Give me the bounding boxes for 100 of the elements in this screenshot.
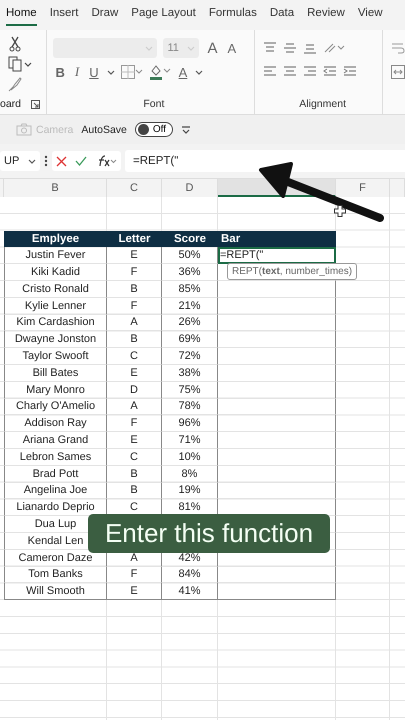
table-cell: Kim Cardashion (4, 314, 107, 332)
ribbon-tab[interactable]: Review (307, 4, 345, 26)
table-cell: Kiki Kadid (4, 264, 107, 281)
ribbon-tab[interactable]: Home (6, 4, 37, 26)
table-cell: 21% (162, 298, 218, 315)
table-cell: 71% (162, 432, 218, 449)
italic-button[interactable]: I (72, 64, 82, 80)
orientation-icon[interactable] (323, 41, 346, 55)
table-cell: E (107, 432, 162, 449)
borders-icon[interactable] (120, 65, 143, 79)
table-cell: E (107, 247, 162, 264)
table-cell: F (107, 415, 162, 432)
table-cell: 72% (162, 348, 218, 365)
table-cell: A (107, 314, 162, 332)
group-label: Alignment (298, 98, 347, 110)
table-cell: 50% (162, 247, 218, 264)
check-icon[interactable] (75, 156, 87, 166)
name-box-value: UP (4, 155, 20, 167)
table-cell: 10% (162, 448, 218, 466)
merge-icon[interactable] (391, 65, 405, 79)
align-middle-icon[interactable] (283, 41, 298, 55)
table-cell: 19% (162, 482, 218, 500)
column-heading: Letter (107, 230, 162, 248)
table-cell: E (107, 583, 162, 600)
caret-icon[interactable] (28, 158, 36, 164)
grow-font-button[interactable]: A (205, 40, 220, 56)
table-cell: 41% (162, 583, 218, 600)
table-cell: B (107, 466, 162, 483)
table-cell: 26% (162, 314, 218, 332)
table-cell: 38% (162, 364, 218, 382)
table-cell: Justin Fever (4, 247, 107, 264)
caret-icon (187, 44, 196, 52)
font-name-field[interactable] (53, 38, 158, 58)
formula-field[interactable]: =REPT(" (125, 150, 405, 172)
ribbon-tab[interactable]: Page Layout (131, 4, 196, 26)
table-cell: Brad Pott (4, 466, 107, 483)
caret-icon[interactable] (195, 68, 204, 76)
customize-icon[interactable] (181, 124, 192, 134)
table-cell: =REPT(" (218, 247, 336, 264)
table-cell: B (107, 280, 162, 298)
dialog-launcher-icon[interactable] (31, 100, 40, 108)
table-cell: Taylor Swooft (4, 348, 107, 365)
table-cell: D (107, 382, 162, 399)
table-cell: Lebron Sames (4, 448, 107, 466)
column-heading: Score (162, 230, 218, 248)
scissors-icon[interactable] (8, 36, 22, 52)
table-cell: Kylie Lenner (4, 298, 107, 315)
table-cell: E (107, 364, 162, 382)
table-cell: B (107, 331, 162, 348)
ribbon-tab[interactable]: Formulas (208, 4, 257, 26)
column-heading: Bar (218, 230, 336, 248)
bold-button[interactable]: B (53, 64, 67, 80)
font-color-button[interactable]: A (176, 64, 190, 80)
table-cell: 84% (162, 566, 218, 584)
table-cell: Ariana Grand (4, 432, 107, 449)
ribbon-tab[interactable]: Insert (50, 4, 78, 26)
more-icon (44, 155, 48, 167)
function-tooltip: REPT(text, number_times) (227, 263, 358, 280)
table-cell: Bill Bates (4, 364, 107, 382)
caret-icon (145, 44, 154, 52)
table-cell: Mary Monro (4, 382, 107, 399)
ribbon-tab[interactable]: View (358, 4, 383, 26)
name-box[interactable]: UP (0, 151, 40, 171)
wrap-text-icon[interactable] (391, 41, 405, 55)
table-cell: F (107, 566, 162, 584)
table-cell: B (107, 482, 162, 500)
table-cell: 69% (162, 331, 218, 348)
caret-icon[interactable] (106, 68, 115, 76)
table-cell: C (107, 448, 162, 466)
group-label: oard (0, 98, 22, 110)
copy-icon[interactable] (8, 56, 32, 72)
table-cell: F (107, 264, 162, 281)
table-cell: Cristo Ronald (4, 280, 107, 298)
shrink-font-button[interactable]: A (226, 40, 238, 56)
autosave-toggle[interactable]: Off (134, 122, 174, 137)
fill-color-icon[interactable] (148, 64, 171, 80)
table-cell: 75% (162, 382, 218, 399)
group-label: Font (142, 98, 166, 110)
autosave-label: AutoSave (81, 124, 127, 136)
column-heading: Emplyee (4, 230, 107, 248)
caption-overlay: Enter this function (88, 514, 330, 553)
table-cell: 85% (162, 280, 218, 298)
table-cell: Dwayne Jonston (4, 331, 107, 348)
cursor-icon (334, 205, 346, 217)
ribbon-tab[interactable]: Draw (91, 4, 118, 26)
table-cell: Addison Ray (4, 415, 107, 432)
table-cell: 78% (162, 398, 218, 416)
ribbon-tab[interactable]: Data (270, 4, 294, 26)
cancel-icon[interactable] (56, 156, 67, 166)
table-cell: 8% (162, 466, 218, 483)
table-cell: C (107, 348, 162, 365)
table-cell: Angelina Joe (4, 482, 107, 500)
table-cell: F (107, 298, 162, 315)
table-cell: 96% (162, 415, 218, 432)
table-cell: Tom Banks (4, 566, 107, 584)
table-cell: Charly O'Amelio (4, 398, 107, 416)
table-cell: 36% (162, 264, 218, 281)
font-size-value: 11 (167, 42, 179, 54)
table-cell: A (107, 398, 162, 416)
underline-button[interactable]: U (87, 64, 101, 80)
